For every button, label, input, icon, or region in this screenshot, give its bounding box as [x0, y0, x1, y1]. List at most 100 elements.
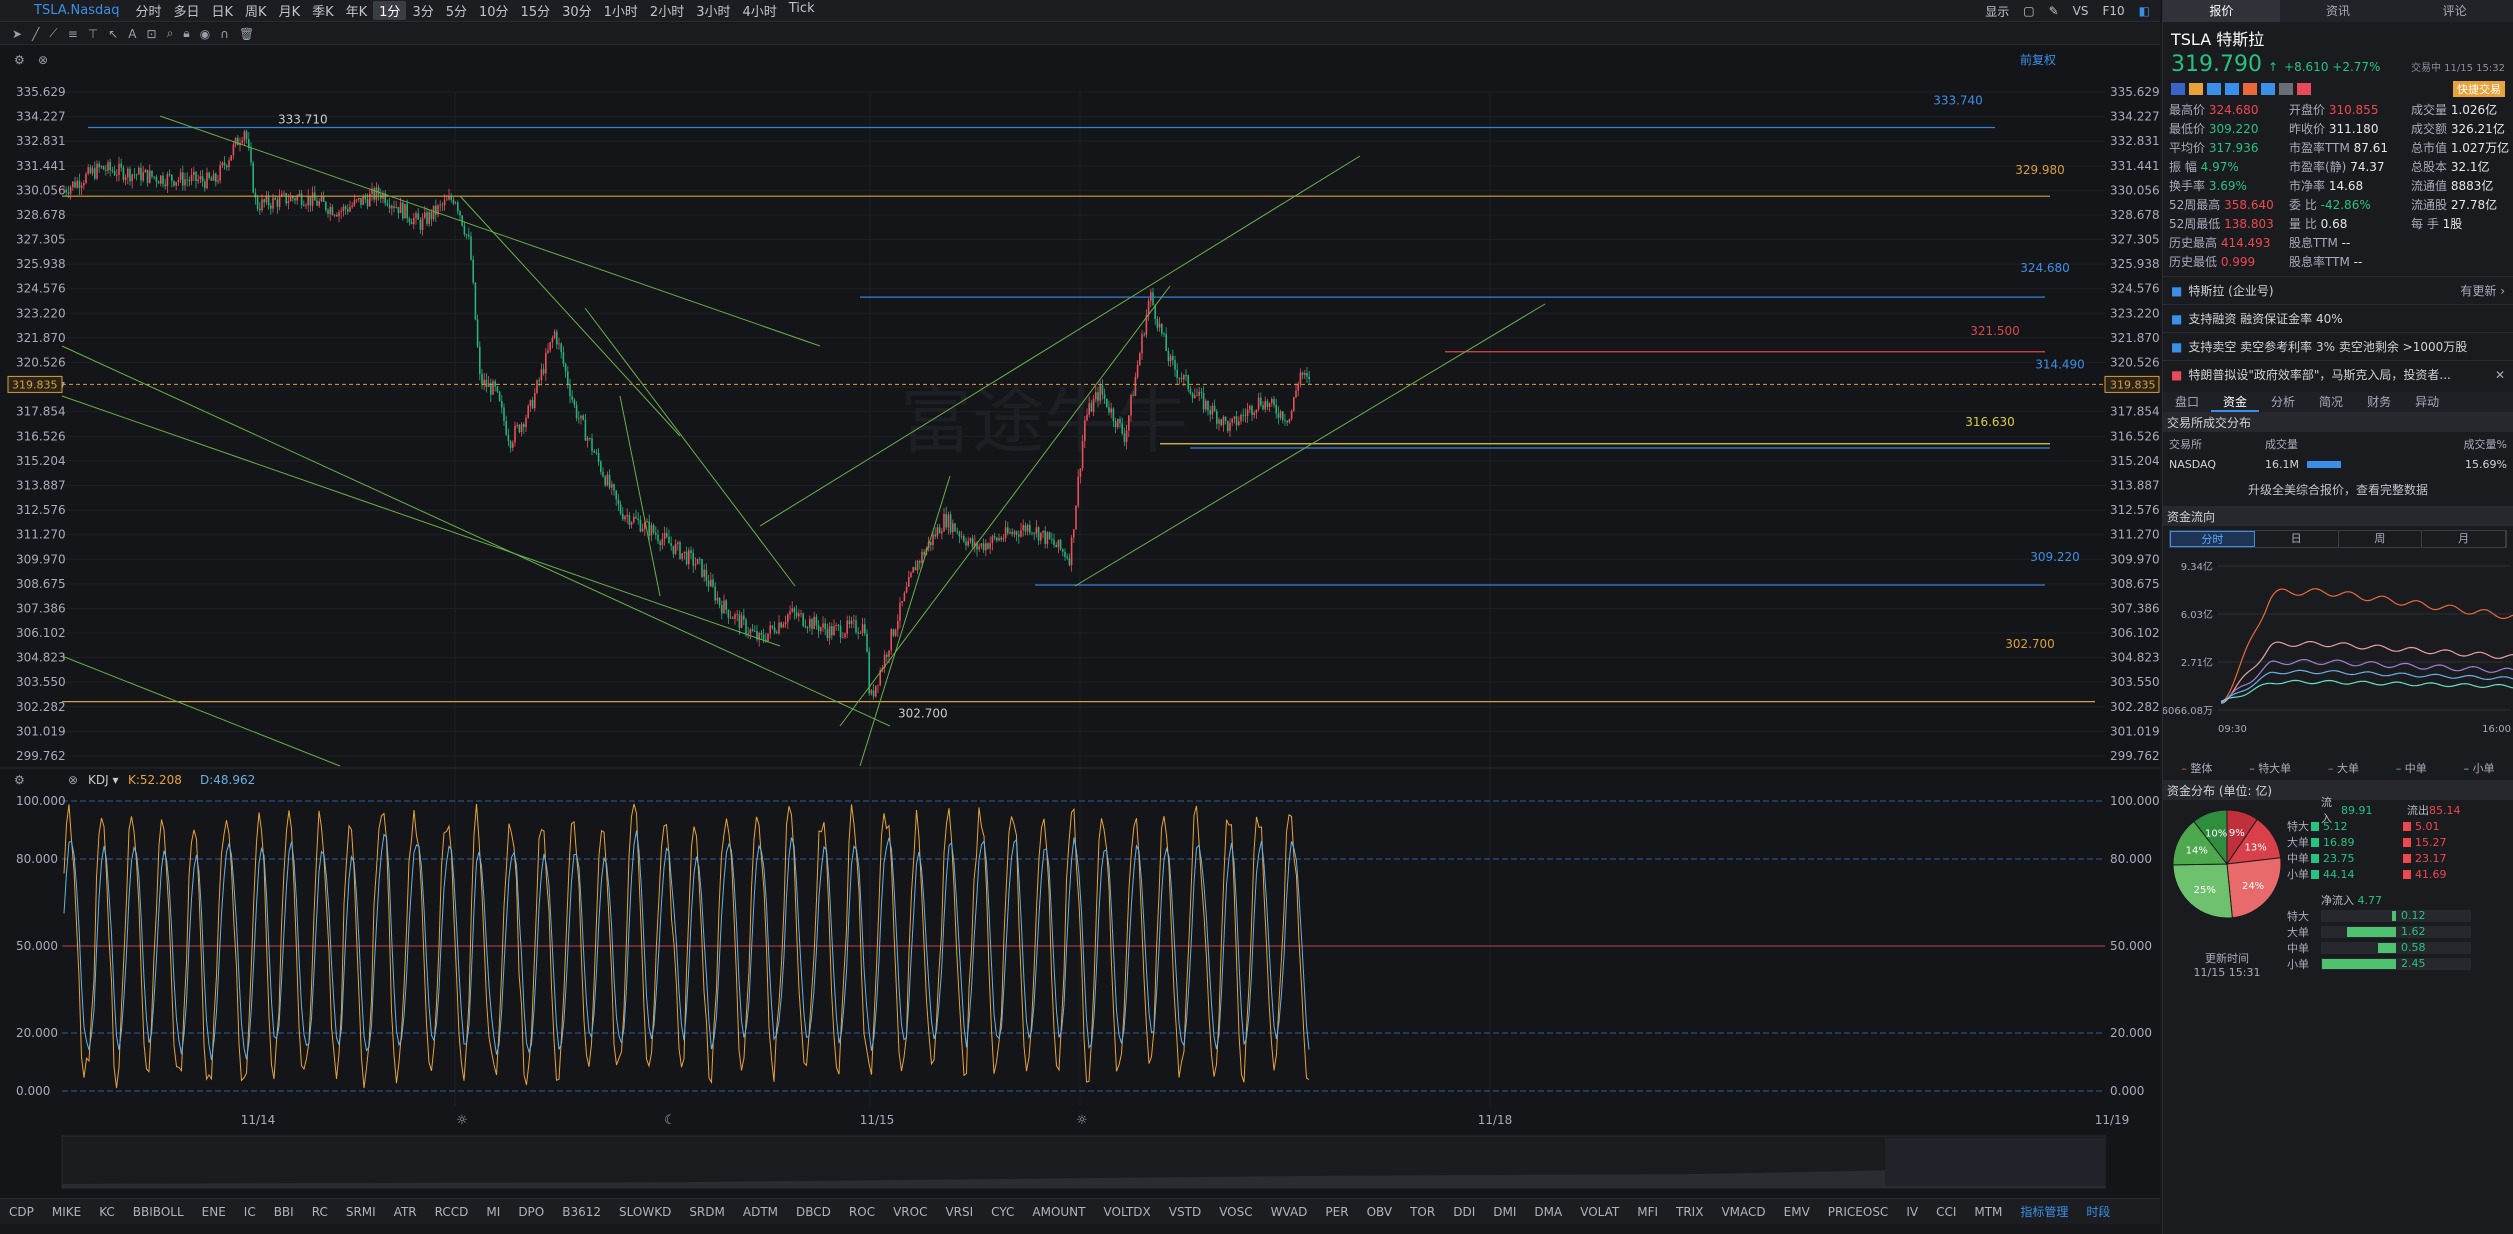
zoom-icon[interactable]: ⌕ — [167, 26, 174, 41]
eye-icon[interactable]: ◉ — [200, 27, 210, 41]
indicator-tab-BBIBOLL[interactable]: BBIBOLL — [124, 1205, 193, 1219]
timeframe-季K[interactable]: 季K — [306, 1, 340, 20]
indicator-tab-AMOUNT[interactable]: AMOUNT — [1023, 1205, 1094, 1219]
layout-icon[interactable]: ▢ — [2023, 4, 2034, 18]
quote-tab-2[interactable]: 评论 — [2396, 0, 2513, 22]
line-tool-icon[interactable]: ╱ — [32, 27, 39, 41]
indicator-tab-ATR[interactable]: ATR — [385, 1205, 426, 1219]
indicator-tab-VOLAT[interactable]: VOLAT — [1571, 1205, 1628, 1219]
arrow-tool-icon[interactable]: ↖ — [108, 27, 118, 41]
timeframe-30分[interactable]: 30分 — [556, 1, 598, 20]
indicator-tab-CDP[interactable]: CDP — [0, 1205, 43, 1219]
timeframe-年K[interactable]: 年K — [340, 1, 374, 20]
indicator-tab-CYC[interactable]: CYC — [982, 1205, 1023, 1219]
indicator-tab-SRDM[interactable]: SRDM — [680, 1205, 734, 1219]
indicator-tab-ROC[interactable]: ROC — [840, 1205, 884, 1219]
timeframe-5分[interactable]: 5分 — [440, 1, 473, 20]
timeframe-多日[interactable]: 多日 — [167, 1, 205, 20]
draw-icon[interactable]: ✎ — [2049, 4, 2059, 18]
indicator-manage-button[interactable]: 指标管理 — [2011, 1203, 2077, 1220]
timeframe-Tick[interactable]: Tick — [783, 1, 821, 20]
news-item[interactable]: ■ 支持卖空 卖空参考利率 3% 卖空池剩余 >1000万股 — [2163, 332, 2513, 360]
detail-tab-财务[interactable]: 财务 — [2355, 392, 2403, 412]
panel-toggle-icon[interactable]: ◧ — [2139, 4, 2150, 18]
quote-tab-1[interactable]: 资讯 — [2280, 0, 2397, 22]
chart-svg[interactable]: ⚙ ⊗ 前复权富途牛牛 335.629 335.629 334.227 334.227 332… — [0, 46, 2160, 1198]
more-link[interactable]: 有更新 › — [2460, 282, 2505, 299]
flow-tab-分时[interactable]: 分时 — [2170, 531, 2255, 547]
timeframe-周K[interactable]: 周K — [239, 1, 273, 20]
flow-tab-月[interactable]: 月 — [2422, 531, 2506, 547]
text-tool-icon[interactable]: A — [128, 27, 136, 41]
fib-tool-icon[interactable]: ⊤ — [88, 27, 98, 41]
timeframe-2小时[interactable]: 2小时 — [644, 1, 690, 20]
indicator-tab-VOSC[interactable]: VOSC — [1210, 1205, 1261, 1219]
detail-tab-异动[interactable]: 异动 — [2403, 392, 2451, 412]
compare-button[interactable]: VS — [2073, 4, 2089, 18]
indicator-tab-TRIX[interactable]: TRIX — [1667, 1205, 1712, 1219]
ray-tool-icon[interactable]: ⟋ — [49, 26, 57, 41]
indicator-tab-SLOWKD[interactable]: SLOWKD — [610, 1205, 680, 1219]
cursor-icon[interactable]: ➤ — [12, 27, 22, 41]
indicator-tab-BBI[interactable]: BBI — [265, 1205, 303, 1219]
flow-tab-周[interactable]: 周 — [2339, 531, 2423, 547]
upgrade-link[interactable]: 升级全美综合报价，查看完整数据 — [2163, 473, 2513, 506]
indicator-tab-DMI[interactable]: DMI — [1484, 1205, 1525, 1219]
indicator-tab-B3612[interactable]: B3612 — [553, 1205, 610, 1219]
news-item[interactable]: ■ 特朗普拟设"政府效率部"，马斯克入局，投资者... ✕ — [2163, 360, 2513, 388]
indicator-tab-SRMI[interactable]: SRMI — [337, 1205, 385, 1219]
indicator-tab-RCCD[interactable]: RCCD — [426, 1205, 478, 1219]
detail-tab-分析[interactable]: 分析 — [2259, 392, 2307, 412]
indicator-tab-DDI[interactable]: DDI — [1444, 1205, 1484, 1219]
timeframe-3小时[interactable]: 3小时 — [690, 1, 736, 20]
delete-icon[interactable]: 🗑︎ — [239, 27, 254, 41]
indicator-tab-DMA[interactable]: DMA — [1525, 1205, 1571, 1219]
display-menu[interactable]: 显示 — [1985, 3, 2009, 20]
indicator-tab-IC[interactable]: IC — [235, 1205, 265, 1219]
indicator-tab-VOLTDX[interactable]: VOLTDX — [1095, 1205, 1160, 1219]
lock-icon[interactable]: 🔒︎ — [183, 26, 189, 41]
timeframe-分时[interactable]: 分时 — [129, 1, 167, 20]
period-button[interactable]: 时段 — [2077, 1203, 2119, 1220]
timeframe-15分[interactable]: 15分 — [515, 1, 557, 20]
flow-tab-日[interactable]: 日 — [2255, 531, 2339, 547]
timeframe-1分[interactable]: 1分 — [373, 1, 407, 20]
quick-trade-button[interactable]: 快捷交易 — [2453, 81, 2505, 97]
indicator-tab-DBCD[interactable]: DBCD — [787, 1205, 840, 1219]
indicator-tab-DPO[interactable]: DPO — [509, 1205, 553, 1219]
indicator-tab-TOR[interactable]: TOR — [1401, 1205, 1444, 1219]
indicator-tab-OBV[interactable]: OBV — [1358, 1205, 1402, 1219]
chart-area[interactable]: ⚙ ⊗ 前复权 富途牛牛 335.629 335.629 334.227 334.227 332… — [0, 46, 2160, 1206]
indicator-tab-EMV[interactable]: EMV — [1775, 1205, 1819, 1219]
f10-button[interactable]: F10 — [2102, 4, 2124, 18]
indicator-tab-KC[interactable]: KC — [90, 1205, 124, 1219]
indicator-tab-ENE[interactable]: ENE — [193, 1205, 235, 1219]
indicator-tab-MIKE[interactable]: MIKE — [43, 1205, 90, 1219]
detail-tab-简况[interactable]: 简况 — [2307, 392, 2355, 412]
timeframe-月K[interactable]: 月K — [273, 1, 307, 20]
indicator-tab-PER[interactable]: PER — [1316, 1205, 1357, 1219]
magnet-icon[interactable]: ∩ — [220, 27, 229, 41]
indicator-tab-PRICEOSC[interactable]: PRICEOSC — [1819, 1205, 1898, 1219]
timeframe-3分[interactable]: 3分 — [406, 1, 439, 20]
indicator-tab-RC[interactable]: RC — [303, 1205, 337, 1219]
detail-tab-盘口[interactable]: 盘口 — [2163, 392, 2211, 412]
indicator-tab-ADTM[interactable]: ADTM — [734, 1205, 787, 1219]
symbol-label[interactable]: TSLA.Nasdaq — [0, 3, 129, 18]
indicator-tab-MTM[interactable]: MTM — [1965, 1205, 2011, 1219]
indicator-tab-WVAD[interactable]: WVAD — [1262, 1205, 1317, 1219]
indicator-tab-IV[interactable]: IV — [1897, 1205, 1927, 1219]
indicator-tab-VROC[interactable]: VROC — [884, 1205, 936, 1219]
indicator-tab-MFI[interactable]: MFI — [1628, 1205, 1667, 1219]
quote-tab-0[interactable]: 报价 — [2163, 0, 2280, 22]
news-item[interactable]: ■ 特斯拉 (企业号) 有更新 › — [2163, 276, 2513, 304]
timeframe-10分[interactable]: 10分 — [473, 1, 515, 20]
indicator-tab-MI[interactable]: MI — [477, 1205, 509, 1219]
timeframe-1小时[interactable]: 1小时 — [598, 1, 644, 20]
measure-icon[interactable]: ⊡ — [147, 27, 157, 41]
indicator-tab-VSTD[interactable]: VSTD — [1160, 1205, 1210, 1219]
timeframe-4小时[interactable]: 4小时 — [736, 1, 782, 20]
timeframe-日K[interactable]: 日K — [206, 1, 240, 20]
news-item[interactable]: ■ 支持融资 融资保证金率 40% — [2163, 304, 2513, 332]
channel-tool-icon[interactable]: ≡ — [68, 27, 78, 41]
